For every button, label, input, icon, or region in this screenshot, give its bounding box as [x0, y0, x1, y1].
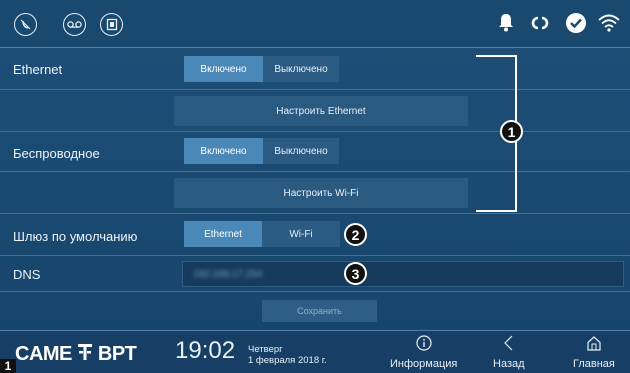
wifi-icon: [598, 13, 620, 38]
wireless-toggle: Включено Выключено: [184, 138, 339, 164]
date-block: Четверг 1 февраля 2018 г.: [248, 344, 327, 366]
ethernet-label: Ethernet: [13, 62, 63, 77]
weekday: Четверг: [248, 344, 283, 355]
ethernet-row: Ethernet Включено Выключено: [0, 48, 630, 90]
info-icon: [416, 335, 432, 358]
wireless-label: Беспроводное: [13, 146, 100, 161]
back-chevron-icon: [501, 335, 517, 358]
figure-tag: 1: [0, 359, 16, 373]
clock: 19:02: [175, 337, 236, 364]
wireless-on-button[interactable]: Включено: [184, 138, 263, 164]
door-open-icon[interactable]: [100, 13, 123, 36]
gateway-row: Шлюз по умолчанию Ethernet Wi-Fi: [0, 214, 630, 256]
ethernet-off-button[interactable]: Выключено: [263, 56, 339, 82]
callout-3: 3: [344, 262, 367, 285]
callout-2: 2: [344, 223, 367, 246]
came-bpt-logo: CAME BPT: [15, 342, 137, 366]
gateway-ethernet-button[interactable]: Ethernet: [184, 221, 262, 247]
configure-wifi-row: Настроить Wi-Fi: [0, 172, 630, 214]
do-not-disturb-icon[interactable]: [14, 13, 37, 36]
back-nav-label: Назад: [493, 358, 525, 370]
voicemail-icon[interactable]: [63, 13, 86, 36]
dns-value: 192.168.17.254: [193, 269, 263, 280]
link-icon: [530, 14, 550, 37]
logo-came-text: CAME: [15, 342, 72, 365]
dns-label: DNS: [13, 267, 41, 282]
gateway-wifi-button[interactable]: Wi-Fi: [262, 221, 340, 247]
date: 1 февраля 2018 г.: [248, 355, 327, 366]
wireless-row: Беспроводное Включено Выключено: [0, 132, 630, 172]
gateway-toggle: Ethernet Wi-Fi: [184, 221, 340, 247]
logo-bpt-text: BPT: [97, 342, 137, 365]
wireless-off-button[interactable]: Выключено: [263, 138, 339, 164]
footer-bar: CAME BPT 19:02 Четверг 1 февраля 2018 г.…: [0, 330, 630, 373]
configure-ethernet-row: Настроить Ethernet: [0, 90, 630, 132]
ethernet-toggle: Включено Выключено: [184, 56, 339, 82]
check-circle-icon: [566, 13, 586, 38]
home-icon: [586, 335, 602, 358]
device-screen: Ethernet Включено Выключено Настроить Et…: [0, 0, 630, 373]
status-bar: [0, 0, 630, 48]
ethernet-on-button[interactable]: Включено: [184, 56, 263, 82]
back-nav-button[interactable]: Назад: [493, 335, 525, 370]
save-button[interactable]: Сохранить: [262, 300, 377, 322]
info-nav-button[interactable]: Информация: [390, 335, 457, 370]
info-nav-label: Информация: [390, 358, 458, 370]
home-nav-label: Главная: [573, 358, 615, 370]
logo-separator-icon: [77, 342, 92, 366]
configure-ethernet-button[interactable]: Настроить Ethernet: [174, 96, 468, 126]
home-nav-button[interactable]: Главная: [573, 335, 615, 370]
bell-icon: [498, 13, 514, 37]
configure-wifi-button[interactable]: Настроить Wi-Fi: [174, 178, 468, 208]
callout-1: 1: [500, 120, 523, 143]
gateway-label: Шлюз по умолчанию: [13, 229, 138, 244]
dns-input[interactable]: 192.168.17.254: [182, 261, 624, 287]
